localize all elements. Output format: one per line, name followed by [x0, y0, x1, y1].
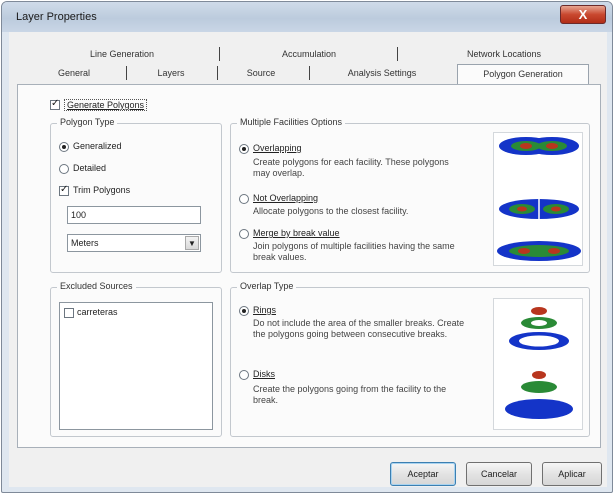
not-overlapping-radio[interactable]: [239, 194, 249, 204]
tab-polygon-generation[interactable]: Polygon Generation: [457, 64, 589, 84]
tab-divider: [219, 47, 220, 61]
window-title: Layer Properties: [16, 11, 97, 23]
trim-units-select[interactable]: Meters ▼: [67, 234, 201, 252]
tab-row-2: General Layers Source Analysis Settings …: [9, 64, 607, 84]
tab-network-locations[interactable]: Network Locations: [434, 45, 574, 63]
rings-description: Do not include the area of the smaller b…: [253, 318, 465, 339]
overlap-illustration: [493, 298, 583, 430]
overlapping-label: Overlapping: [253, 143, 302, 153]
tab-general[interactable]: General: [44, 64, 104, 82]
overlapping-radio[interactable]: [239, 144, 249, 154]
generalized-radio[interactable]: [59, 142, 69, 152]
overlapping-description: Create polygons for each facility. These…: [253, 157, 449, 178]
accept-button[interactable]: Aceptar: [390, 462, 456, 486]
tab-layers[interactable]: Layers: [141, 64, 201, 82]
tab-line-generation[interactable]: Line Generation: [67, 45, 177, 63]
tab-row-1: Line Generation Accumulation Network Loc…: [9, 45, 607, 65]
overlap-type-group: Overlap Type Rings Do not include the ar…: [230, 281, 590, 437]
excluded-sources-group: Excluded Sources carreteras: [50, 281, 222, 437]
tab-divider: [397, 47, 398, 61]
tab-divider: [126, 66, 127, 80]
polygon-generation-page: Generate Polygons Polygon Type Generaliz…: [17, 84, 601, 448]
title-bar[interactable]: Layer Properties X: [2, 2, 612, 32]
cancel-button[interactable]: Cancelar: [466, 462, 532, 486]
trim-units-value: Meters: [71, 238, 99, 248]
merge-radio[interactable]: [239, 229, 249, 239]
detailed-radio[interactable]: [59, 164, 69, 174]
multiple-facilities-group: Multiple Facilities Options Overlapping …: [230, 117, 590, 273]
multiple-facilities-title: Multiple Facilities Options: [237, 117, 346, 127]
tab-divider: [309, 66, 310, 80]
carreteras-label: carreteras: [77, 307, 118, 317]
disks-description: Create the polygons going from the facil…: [253, 384, 447, 405]
overlapping-illustration: [499, 137, 579, 155]
disks-illustration: [505, 371, 573, 419]
layer-properties-dialog: Layer Properties X Line Generation Accum…: [1, 1, 613, 493]
disks-label: Disks: [253, 369, 275, 379]
not-overlapping-description: Allocate polygons to the closest facilit…: [253, 206, 409, 216]
tab-analysis-settings[interactable]: Analysis Settings: [327, 64, 437, 82]
tab-divider: [217, 66, 218, 80]
excluded-sources-list[interactable]: carreteras: [59, 302, 213, 430]
rings-radio[interactable]: [239, 306, 249, 316]
disks-radio[interactable]: [239, 370, 249, 380]
tab-source[interactable]: Source: [231, 64, 291, 82]
chevron-down-icon[interactable]: ▼: [185, 236, 199, 250]
dialog-client: Line Generation Accumulation Network Loc…: [9, 32, 607, 487]
rings-label: Rings: [253, 305, 277, 315]
merge-label: Merge by break value: [253, 228, 340, 238]
trim-polygons-checkbox[interactable]: [59, 184, 69, 196]
tab-accumulation[interactable]: Accumulation: [239, 45, 379, 63]
detailed-label: Detailed: [73, 163, 107, 173]
generate-polygons-label[interactable]: Generate Polygons: [64, 99, 148, 111]
facilities-illustration: [493, 132, 583, 266]
generate-polygons-checkbox[interactable]: [50, 98, 60, 110]
not-overlapping-label: Not Overlapping: [253, 193, 319, 203]
merge-description: Join polygons of multiple facilities hav…: [253, 241, 455, 262]
trim-polygons-label: Trim Polygons: [73, 185, 131, 195]
excluded-sources-title: Excluded Sources: [57, 281, 136, 291]
rings-illustration: [509, 307, 569, 350]
polygon-type-title: Polygon Type: [57, 117, 118, 127]
overlap-illustration-svg: [505, 307, 573, 419]
trim-distance-input[interactable]: 100: [67, 206, 201, 224]
apply-button[interactable]: Aplicar: [542, 462, 602, 486]
not-overlapping-illustration: [499, 198, 579, 220]
overlap-type-title: Overlap Type: [237, 281, 297, 291]
generalized-label: Generalized: [73, 141, 122, 151]
polygon-type-group: Polygon Type Generalized Detailed Trim P…: [50, 117, 222, 273]
facilities-illustration-svg: [497, 137, 581, 261]
carreteras-checkbox[interactable]: [64, 308, 74, 318]
merge-illustration: [497, 241, 581, 261]
close-button[interactable]: X: [560, 5, 606, 24]
